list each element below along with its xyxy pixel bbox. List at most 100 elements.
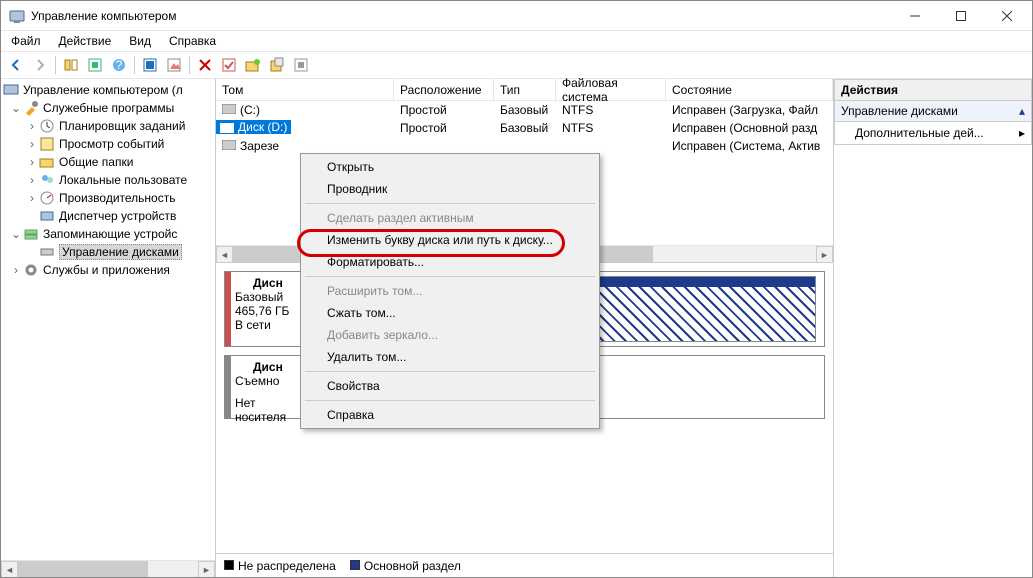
show-hide-tree-button[interactable]	[60, 54, 82, 76]
chevron-up-icon: ▴	[1019, 104, 1025, 118]
scroll-left-button[interactable]: ◄	[1, 561, 18, 577]
ctx-format[interactable]: Форматировать...	[303, 251, 597, 273]
perf-icon	[39, 190, 55, 206]
ctx-properties[interactable]: Свойства	[303, 375, 597, 397]
tree-storage[interactable]: ⌄ Запоминающие устройс	[1, 225, 215, 243]
tree-pane: Управление компьютером (л ⌄ Служебные пр…	[1, 79, 216, 577]
toolbar: ?	[1, 51, 1032, 79]
tree-perf[interactable]: › Производительность	[1, 189, 215, 207]
forward-button[interactable]	[29, 54, 51, 76]
collapse-icon[interactable]: ⌄	[9, 101, 23, 115]
expand-icon[interactable]: ›	[25, 137, 39, 151]
menu-bar: Файл Действие Вид Справка	[1, 31, 1032, 51]
ctx-help[interactable]: Справка	[303, 404, 597, 426]
tree-shared[interactable]: › Общие папки	[1, 153, 215, 171]
export-button[interactable]	[163, 54, 185, 76]
collapse-icon[interactable]: ⌄	[9, 227, 23, 241]
ctx-explorer[interactable]: Проводник	[303, 178, 597, 200]
ctx-extend: Расширить том...	[303, 280, 597, 302]
new-folder-button[interactable]	[242, 54, 264, 76]
settings-button[interactable]	[266, 54, 288, 76]
computer-icon	[3, 82, 19, 98]
maximize-button[interactable]	[938, 1, 984, 31]
expand-icon[interactable]: ›	[25, 191, 39, 205]
tree-hscrollbar[interactable]: ◄ ►	[1, 560, 215, 577]
ctx-delete[interactable]: Удалить том...	[303, 346, 597, 368]
col-layout[interactable]: Расположение	[394, 79, 494, 100]
svg-text:?: ?	[116, 58, 123, 72]
users-icon	[39, 172, 55, 188]
tree-users[interactable]: › Локальные пользовате	[1, 171, 215, 189]
ctx-mirror: Добавить зеркало...	[303, 324, 597, 346]
volume-row-c[interactable]: (C:) Простой Базовый NTFS Исправен (Загр…	[216, 101, 833, 119]
ctx-shrink[interactable]: Сжать том...	[303, 302, 597, 324]
drive-icon	[222, 103, 236, 113]
menu-action[interactable]: Действие	[51, 32, 120, 50]
close-button[interactable]	[984, 1, 1030, 31]
tree-devmgr[interactable]: Диспетчер устройств	[1, 207, 215, 225]
tree-root[interactable]: Управление компьютером (л	[1, 81, 215, 99]
delete-button[interactable]	[194, 54, 216, 76]
ctx-change-letter[interactable]: Изменить букву диска или путь к диску...	[303, 229, 597, 251]
scroll-thumb[interactable]	[18, 561, 148, 577]
storage-icon	[23, 226, 39, 242]
back-button[interactable]	[5, 54, 27, 76]
tree-services[interactable]: › Службы и приложения	[1, 261, 215, 279]
properties-button[interactable]	[84, 54, 106, 76]
menu-help[interactable]: Справка	[161, 32, 224, 50]
drive-icon	[235, 277, 249, 287]
title-bar: Управление компьютером	[1, 1, 1032, 31]
tree-root-label: Управление компьютером (л	[23, 83, 183, 97]
tree-scheduler[interactable]: › Планировщик заданий	[1, 117, 215, 135]
col-fs[interactable]: Файловая система	[556, 79, 666, 100]
expand-icon[interactable]: ›	[25, 173, 39, 187]
refresh-button[interactable]	[139, 54, 161, 76]
tools-icon	[23, 100, 39, 116]
tree-diskmgmt[interactable]: Управление дисками	[1, 243, 215, 261]
actions-header: Действия	[834, 79, 1032, 101]
drive-icon	[220, 122, 234, 132]
scroll-left-button[interactable]: ◄	[216, 246, 233, 263]
expand-icon[interactable]: ›	[25, 155, 39, 169]
tree-systools[interactable]: ⌄ Служебные программы	[1, 99, 215, 117]
scroll-right-button[interactable]: ►	[198, 561, 215, 577]
device-icon	[39, 208, 55, 224]
volume-row-d[interactable]: Диск (D:) Простой Базовый NTFS Исправен …	[216, 119, 833, 137]
tree-events[interactable]: › Просмотр событий	[1, 135, 215, 153]
volume-list-header: Том Расположение Тип Файловая система Со…	[216, 79, 833, 101]
disk-mgmt-icon	[39, 244, 55, 260]
actions-pane: Действия Управление дисками▴ Дополнитель…	[834, 79, 1032, 577]
ctx-active: Сделать раздел активным	[303, 207, 597, 229]
menu-view[interactable]: Вид	[121, 32, 159, 50]
gear-icon	[23, 262, 39, 278]
col-volume[interactable]: Том	[216, 79, 394, 100]
context-menu: Открыть Проводник Сделать раздел активны…	[300, 153, 600, 429]
legend: Не распределена Основной раздел	[216, 553, 833, 577]
menu-file[interactable]: Файл	[3, 32, 49, 50]
legend-primary: Основной раздел	[350, 559, 461, 573]
actions-more[interactable]: Дополнительные дей...▸	[834, 122, 1032, 145]
col-type[interactable]: Тип	[494, 79, 556, 100]
event-icon	[39, 136, 55, 152]
app-icon	[9, 8, 25, 24]
folder-icon	[39, 154, 55, 170]
disk-0-header: Дисн Базовый 465,76 ГБ В сети	[225, 272, 307, 346]
drive-icon	[235, 361, 249, 371]
drive-icon	[222, 139, 236, 149]
chevron-right-icon: ▸	[1019, 126, 1025, 140]
minimize-button[interactable]	[892, 1, 938, 31]
clock-icon	[39, 118, 55, 134]
expand-icon[interactable]: ›	[9, 263, 23, 277]
disk-1-header: Дисн Съемно Нет носителя	[225, 356, 307, 418]
ctx-open[interactable]: Открыть	[303, 156, 597, 178]
actions-diskmgmt[interactable]: Управление дисками▴	[834, 101, 1032, 122]
col-status[interactable]: Состояние	[666, 79, 833, 100]
scroll-right-button[interactable]: ►	[816, 246, 833, 263]
expand-icon[interactable]: ›	[25, 119, 39, 133]
tree-diskmgmt-label: Управление дисками	[59, 244, 182, 260]
check-button[interactable]	[218, 54, 240, 76]
window-title: Управление компьютером	[31, 9, 892, 23]
extra-button[interactable]	[290, 54, 312, 76]
help-button[interactable]: ?	[108, 54, 130, 76]
legend-unallocated: Не распределена	[224, 559, 336, 573]
